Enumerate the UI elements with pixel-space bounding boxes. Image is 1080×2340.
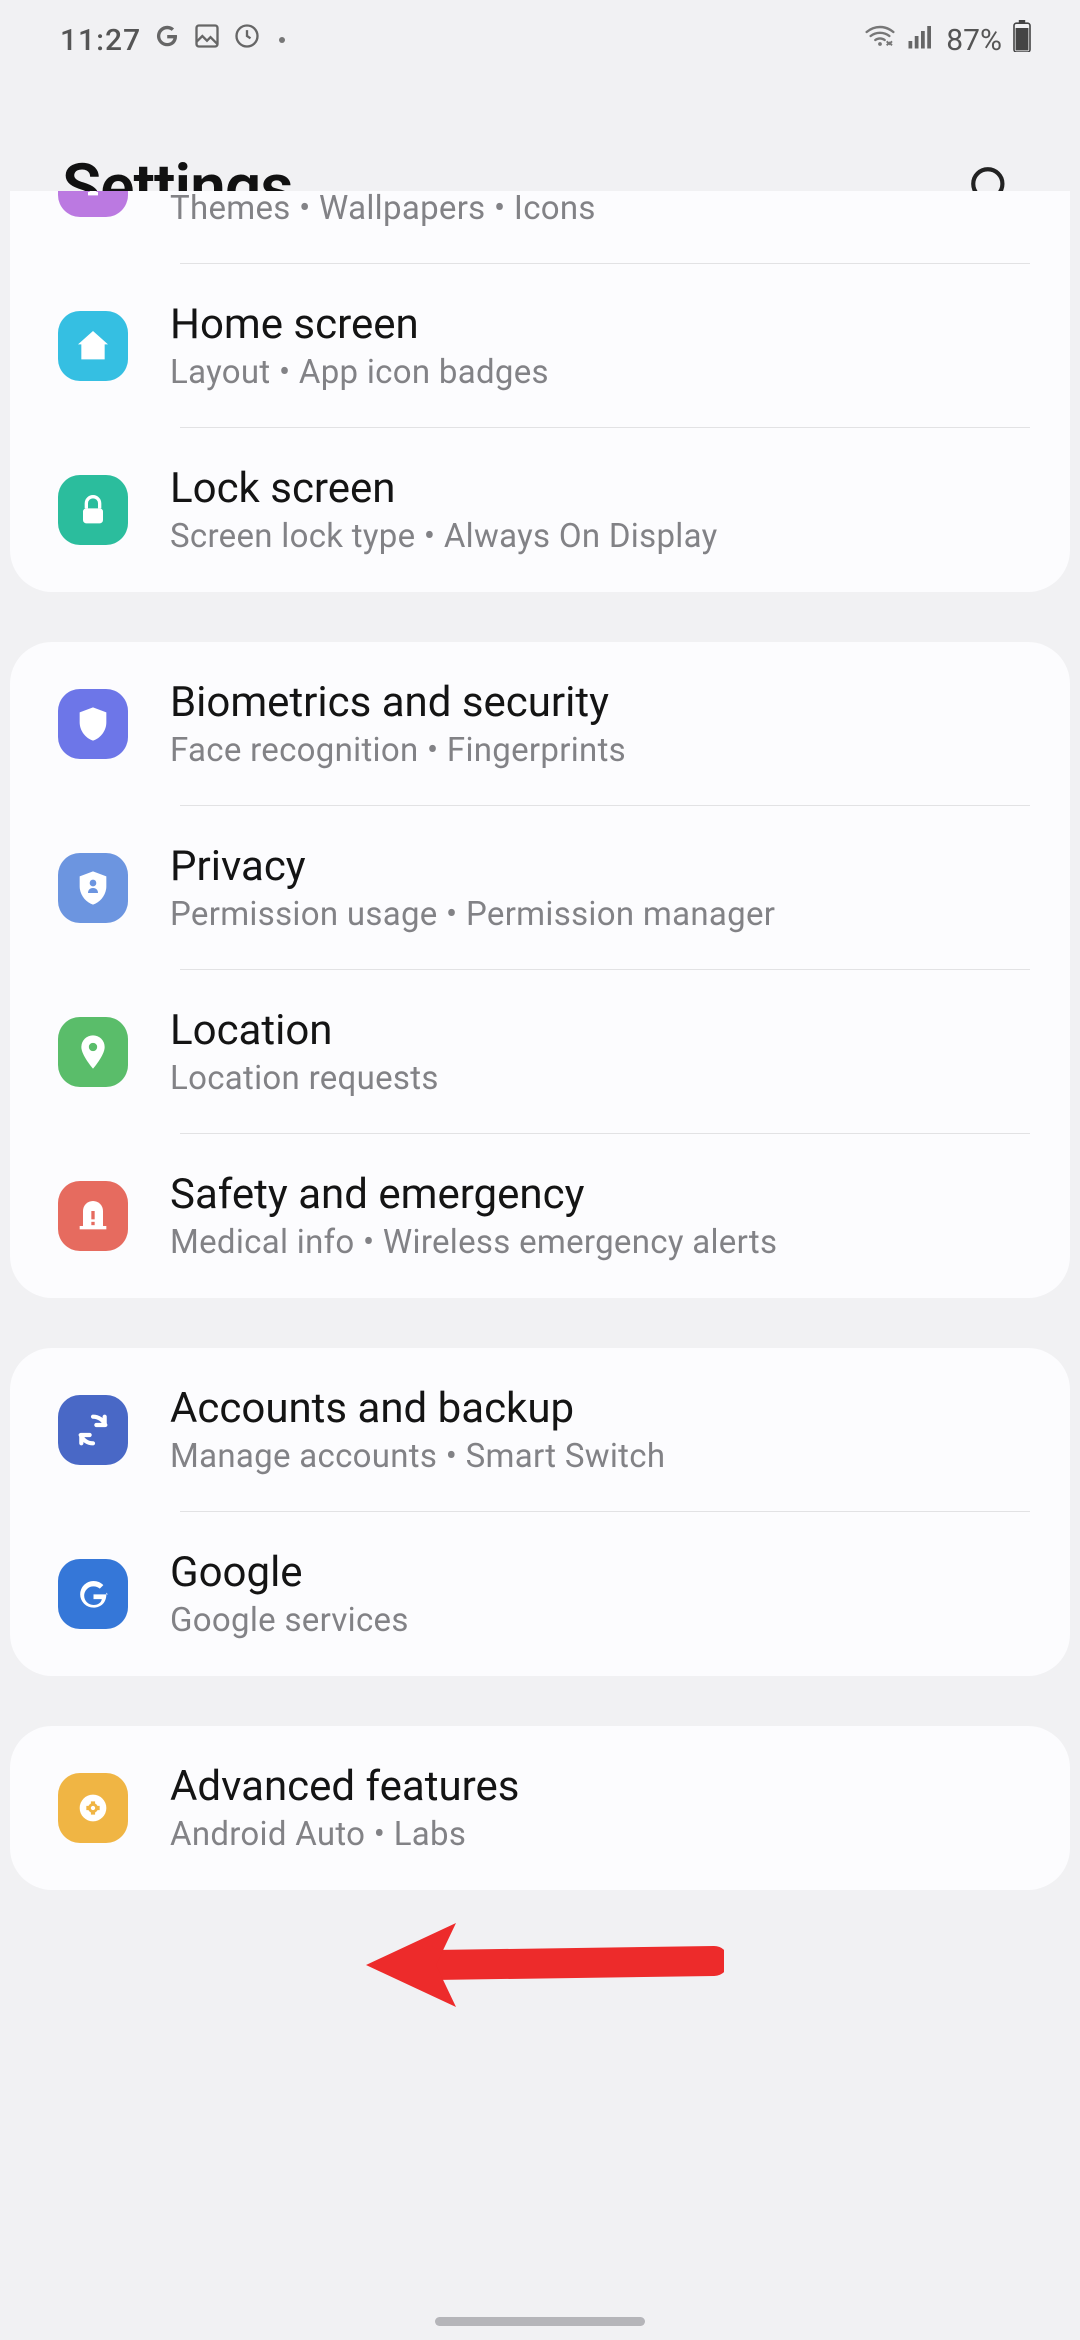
settings-item-subtitle: Google services [170,1601,1040,1640]
settings-item-themes[interactable]: Themes Themes • Wallpapers • Icons [10,191,1070,264]
battery-icon [1012,20,1032,60]
settings-item-title: Accounts and backup [170,1384,1040,1433]
settings-item-subtitle: Screen lock type • Always On Display [170,517,1040,556]
settings-item-privacy[interactable]: Privacy Permission usage • Permission ma… [10,806,1070,970]
google-status-icon [153,22,181,58]
lock-icon [58,475,128,545]
location-pin-icon [58,1017,128,1087]
settings-item-subtitle: Medical info • Wireless emergency alerts [170,1223,1040,1262]
settings-item-subtitle: Themes • Wallpapers • Icons [170,191,1040,228]
settings-group-accounts: Accounts and backup Manage accounts • Sm… [10,1348,1070,1676]
navigation-handle[interactable] [435,2317,645,2326]
settings-group-display: Themes Themes • Wallpapers • Icons Home … [10,191,1070,592]
settings-item-title: Home screen [170,300,1040,349]
settings-item-title: Advanced features [170,1762,1040,1811]
wifi-icon [864,20,896,60]
status-bar: 11:27 87% [0,0,1080,80]
status-right: 87% [864,20,1032,60]
settings-item-accounts-backup[interactable]: Accounts and backup Manage accounts • Sm… [10,1348,1070,1512]
settings-item-subtitle: Permission usage • Permission manager [170,895,1040,934]
settings-item-title: Google [170,1548,1040,1597]
settings-item-subtitle: Layout • App icon badges [170,353,1040,392]
settings-item-subtitle: Face recognition • Fingerprints [170,731,1040,770]
settings-item-lock-screen[interactable]: Lock screen Screen lock type • Always On… [10,428,1070,592]
settings-item-home-screen[interactable]: Home screen Layout • App icon badges [10,264,1070,428]
emergency-icon [58,1181,128,1251]
signal-icon [906,21,936,59]
shield-icon [58,689,128,759]
notification-dot-icon [279,37,285,43]
settings-item-biometrics[interactable]: Biometrics and security Face recognition… [10,642,1070,806]
settings-group-advanced: Advanced features Android Auto • Labs [10,1726,1070,1890]
settings-item-title: Privacy [170,842,1040,891]
settings-item-subtitle: Manage accounts • Smart Switch [170,1437,1040,1476]
settings-item-advanced-features[interactable]: Advanced features Android Auto • Labs [10,1726,1070,1890]
settings-item-subtitle: Location requests [170,1059,1040,1098]
settings-item-google[interactable]: Google Google services [10,1512,1070,1676]
advanced-gear-icon [58,1773,128,1843]
settings-item-title: Safety and emergency [170,1170,1040,1219]
annotation-arrow [364,1915,724,2019]
photo-status-icon [193,22,221,58]
settings-item-safety[interactable]: Safety and emergency Medical info • Wire… [10,1134,1070,1298]
status-left: 11:27 [60,22,285,58]
status-time: 11:27 [60,23,141,58]
settings-group-security: Biometrics and security Face recognition… [10,642,1070,1298]
privacy-shield-icon [58,853,128,923]
home-icon [58,311,128,381]
settings-item-location[interactable]: Location Location requests [10,970,1070,1134]
settings-item-title: Biometrics and security [170,678,1040,727]
battery-percent: 87% [946,23,1002,58]
settings-item-subtitle: Android Auto • Labs [170,1815,1040,1854]
themes-icon [58,191,128,217]
loading-status-icon [233,22,261,58]
sync-icon [58,1395,128,1465]
settings-item-title: Location [170,1006,1040,1055]
google-icon [58,1559,128,1629]
settings-item-title: Lock screen [170,464,1040,513]
